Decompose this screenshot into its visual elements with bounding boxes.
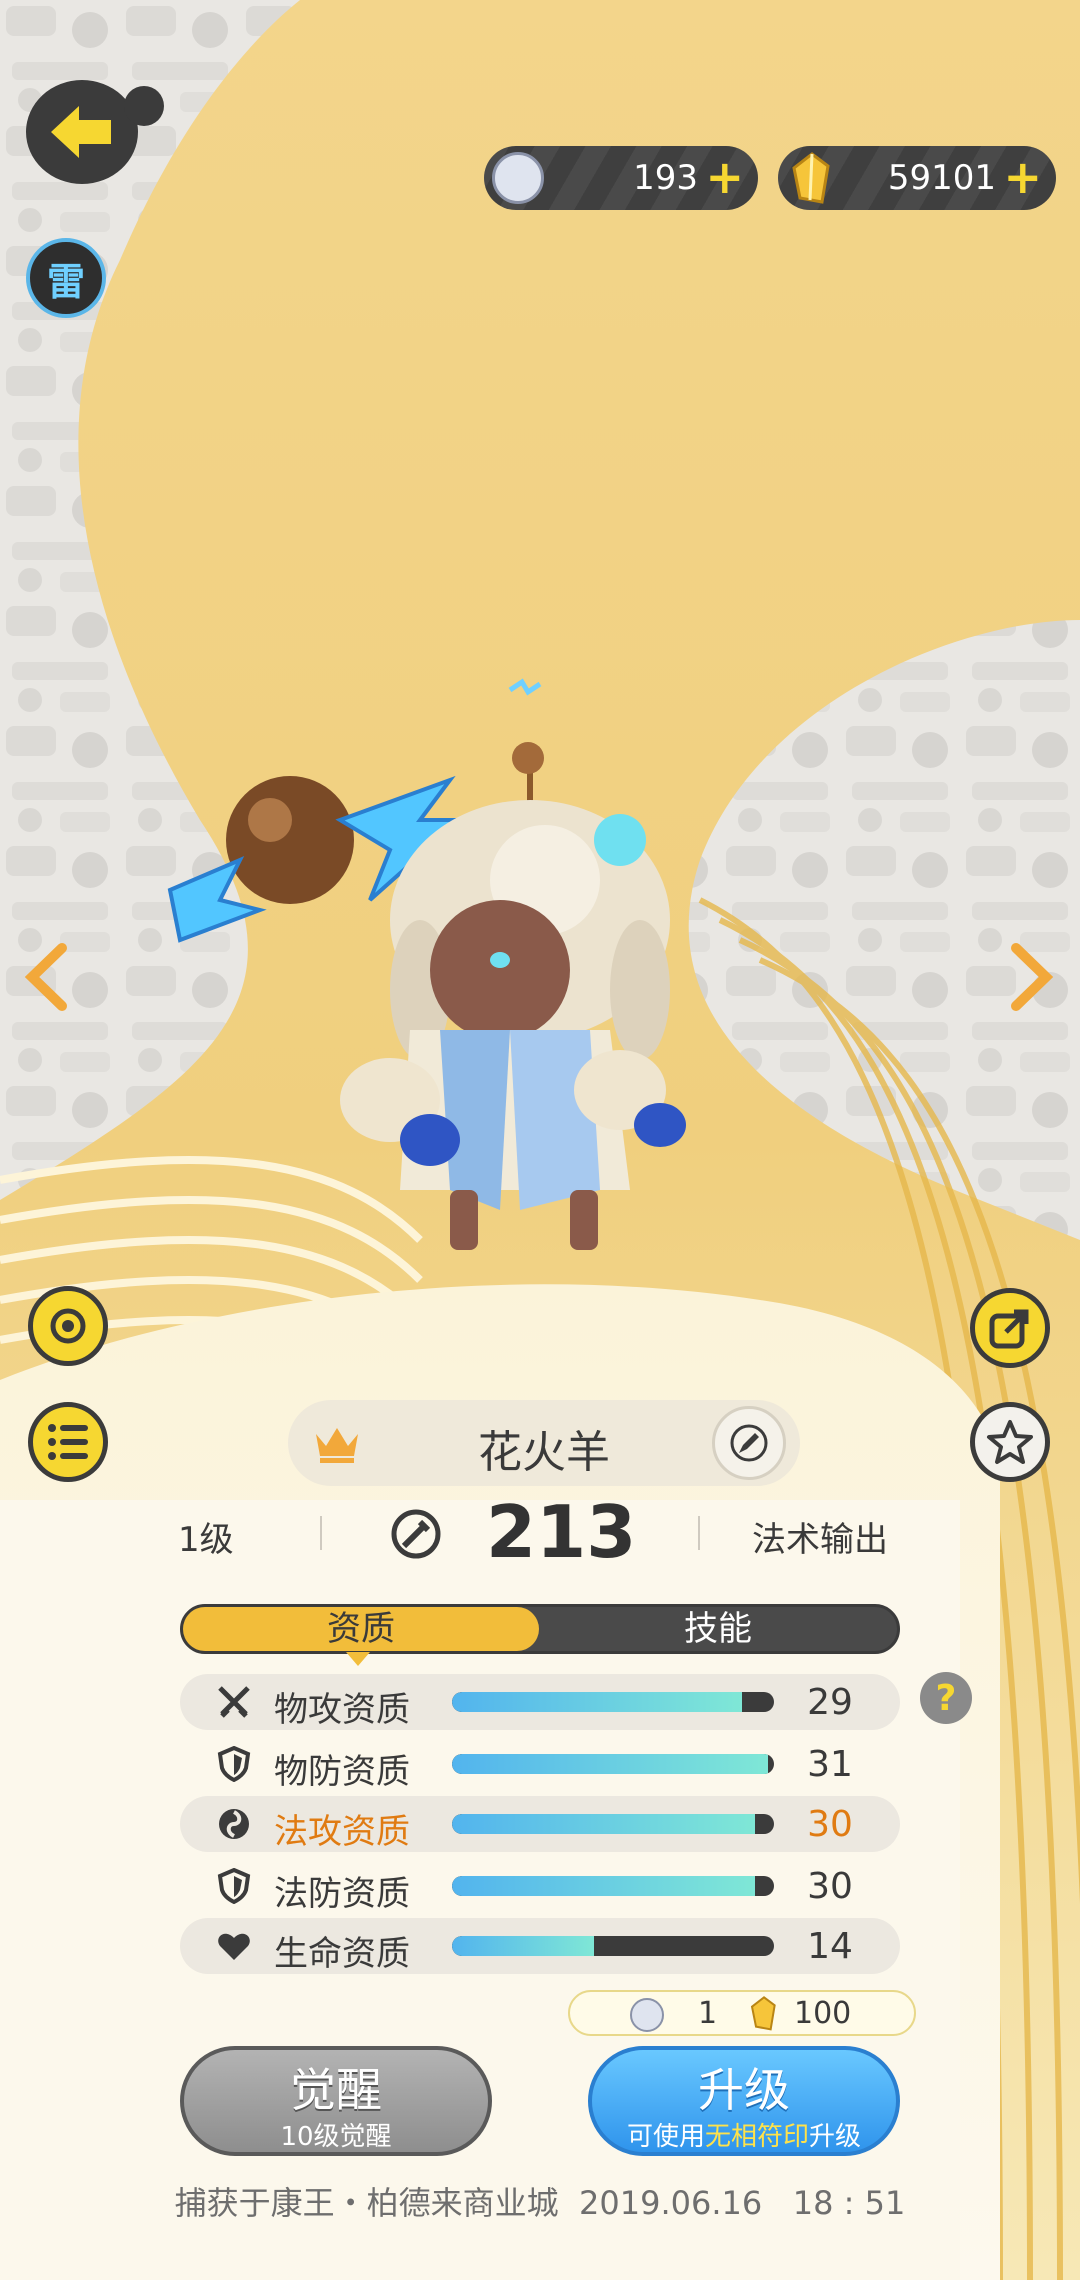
menu-list-button[interactable]	[28, 1402, 108, 1482]
back-button[interactable]	[26, 80, 138, 184]
divider	[698, 1516, 700, 1550]
stat-row: 物攻资质 29	[180, 1674, 900, 1730]
shield-icon	[216, 1745, 252, 1783]
awaken-subtitle: 10级觉醒	[280, 2122, 392, 2152]
magic-swirl-icon	[216, 1806, 252, 1842]
arrow-left-icon	[51, 106, 111, 158]
pet-name-plate: 花火羊	[288, 1400, 800, 1486]
upgrade-button[interactable]: 升级 可使用无相符印升级	[588, 2046, 900, 2156]
tab-aptitude[interactable]: 资质	[183, 1607, 539, 1651]
stat-value: 29	[807, 1682, 853, 1723]
pet-food-counter[interactable]: 193 +	[484, 146, 758, 210]
stat-value: 14	[807, 1926, 853, 1967]
stat-bar	[452, 1754, 774, 1774]
pet-level: 1级	[178, 1520, 234, 1560]
rotate-view-button[interactable]	[28, 1286, 108, 1366]
cost-crystal: 100	[794, 1996, 852, 2031]
crystal-icon	[750, 1996, 776, 2031]
pet-power: 213	[486, 1490, 637, 1574]
stat-bar-fill	[452, 1692, 742, 1712]
stat-label: 法防资质	[274, 1874, 410, 1914]
upgrade-cost: 1 100	[568, 1990, 916, 2036]
stat-label: 物攻资质	[274, 1690, 410, 1730]
question-icon: ?	[935, 1677, 957, 1719]
tab-skills[interactable]: 技能	[539, 1607, 897, 1651]
awaken-title: 觉醒	[290, 2063, 382, 2117]
help-button[interactable]: ?	[920, 1672, 972, 1724]
crystal-counter[interactable]: 59101 +	[778, 146, 1056, 210]
share-button[interactable]	[970, 1288, 1050, 1368]
stat-bar	[452, 1876, 774, 1896]
capture-info: 捕获于康王・柏德来商业城 2019.06.16 18 : 51	[174, 2184, 906, 2222]
stat-bar	[452, 1936, 774, 1956]
pet-model[interactable]	[150, 670, 710, 1270]
add-pet-food-icon[interactable]: +	[705, 150, 744, 204]
stat-row: 法防资质 30	[180, 1858, 900, 1914]
stat-label: 生命资质	[274, 1934, 410, 1974]
shield-icon	[216, 1867, 252, 1905]
upgrade-subtitle: 可使用无相符印升级	[592, 2116, 896, 2153]
pet-face-icon	[492, 152, 544, 204]
favorite-button[interactable]	[970, 1402, 1050, 1482]
share-icon	[989, 1309, 1029, 1349]
stat-label: 法攻资质	[274, 1812, 410, 1852]
crystal-icon	[792, 152, 830, 204]
divider	[320, 1516, 322, 1550]
chevron-left-icon[interactable]	[22, 942, 72, 1012]
stat-bar-fill	[452, 1936, 594, 1956]
upgrade-subtitle-prefix: 可使用	[626, 2122, 705, 2152]
tab-skills-label: 技能	[684, 1609, 752, 1649]
stat-bar	[452, 1692, 774, 1712]
power-icon	[391, 1509, 441, 1559]
cost-pet-food: 1	[698, 1996, 718, 2031]
crystal-value: 59101	[887, 158, 996, 198]
tab-bar: 资质 技能	[180, 1604, 900, 1654]
pet-face-icon	[630, 1998, 664, 2032]
upgrade-subtitle-item: 无相符印	[704, 2122, 809, 2152]
heart-icon	[216, 1928, 252, 1964]
add-crystal-icon[interactable]: +	[1003, 150, 1042, 204]
upgrade-title: 升级	[698, 2063, 790, 2117]
stat-bar	[452, 1814, 774, 1834]
stat-row: 法攻资质 30	[180, 1796, 900, 1852]
stat-label: 物防资质	[274, 1752, 410, 1792]
stat-row: 生命资质 14	[180, 1918, 900, 1974]
element-badge-label: 雷	[46, 259, 85, 304]
star-icon	[987, 1420, 1033, 1464]
pen-icon	[730, 1424, 768, 1462]
swords-icon	[216, 1684, 252, 1720]
chevron-right-icon[interactable]	[1006, 942, 1056, 1012]
refresh-icon	[50, 1308, 86, 1344]
stat-bar-fill	[452, 1814, 755, 1834]
stat-bar-fill	[452, 1754, 768, 1774]
upgrade-subtitle-suffix: 升级	[809, 2122, 862, 2152]
list-icon	[48, 1424, 88, 1460]
rename-button[interactable]	[712, 1406, 786, 1480]
tab-aptitude-label: 资质	[327, 1609, 395, 1649]
awaken-button[interactable]: 觉醒 10级觉醒	[180, 2046, 492, 2156]
stat-row: 物防资质 31	[180, 1736, 900, 1792]
stat-bar-fill	[452, 1876, 755, 1896]
tab-pointer	[346, 1652, 370, 1666]
back-button-tail	[124, 86, 164, 126]
stat-value: 30	[807, 1804, 853, 1845]
spark-icon	[508, 678, 542, 696]
stat-value: 30	[807, 1866, 853, 1907]
element-badge[interactable]: 雷	[26, 238, 106, 318]
pet-role: 法术输出	[752, 1520, 888, 1560]
stat-value: 31	[807, 1744, 853, 1785]
pet-food-value: 193	[633, 158, 698, 198]
